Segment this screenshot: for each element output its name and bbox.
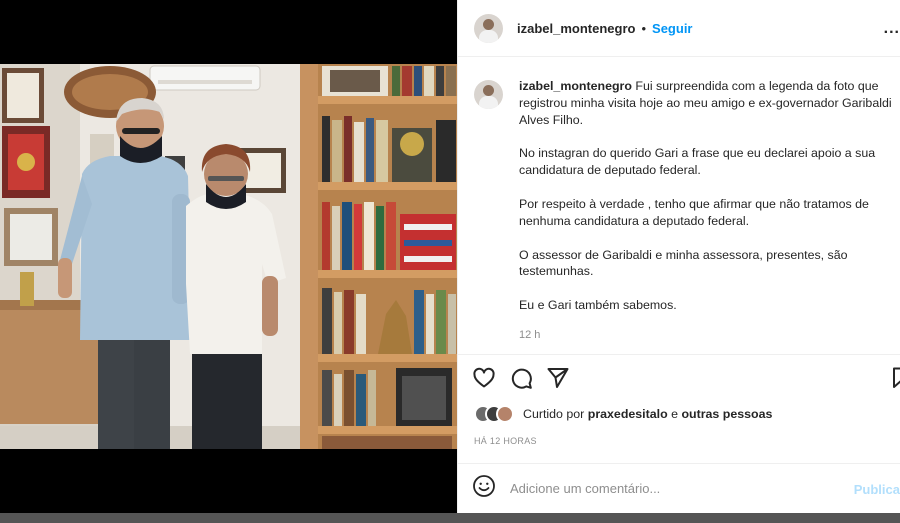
divider	[458, 354, 900, 355]
smile-icon[interactable]	[472, 474, 496, 503]
caption-text: izabel_montenegro Fui surpreendida com a…	[519, 78, 892, 354]
likes-summary: Curtido por praxedesitalo e outras pesso…	[474, 405, 772, 423]
post-photo-image	[0, 64, 457, 449]
caption-paragraph-5: Eu e Gari também sabemos.	[519, 298, 677, 313]
caption-paragraph-3: Por respeito à verdade , tenho que afirm…	[519, 196, 869, 228]
follow-button[interactable]: Seguir	[652, 21, 692, 36]
liker-username[interactable]: praxedesitalo	[588, 407, 668, 421]
send-icon[interactable]	[546, 366, 570, 395]
post-date[interactable]: HÁ 12 HORAS	[474, 436, 537, 446]
post-side-panel: izabel_montenegro • Seguir ... izabel_mo…	[457, 0, 900, 513]
caption-timestamp: 12 h	[519, 328, 541, 341]
caption-username[interactable]: izabel_montenegro	[519, 79, 632, 93]
more-icon[interactable]: ...	[884, 20, 900, 38]
other-likers-link[interactable]: outras pessoas	[681, 407, 772, 421]
avatar[interactable]	[474, 13, 503, 43]
action-bar	[472, 366, 900, 394]
avatar[interactable]	[496, 405, 514, 423]
bookmark-icon[interactable]	[890, 366, 900, 395]
likes-prefix: Curtido por	[523, 407, 585, 421]
liker-avatars	[474, 405, 514, 423]
comment-bar: Publica	[458, 464, 900, 513]
separator-dot: •	[641, 20, 647, 36]
caption-avatar[interactable]	[474, 80, 503, 109]
photo-panel	[0, 0, 457, 523]
comment-input[interactable]	[510, 481, 840, 496]
caption-paragraph-2: No instagran do querido Gari a frase que…	[519, 146, 876, 178]
author-username[interactable]: izabel_montenegro	[517, 21, 635, 36]
caption: izabel_montenegro Fui surpreendida com a…	[474, 78, 892, 354]
likes-connector: e	[671, 407, 678, 421]
post-header: izabel_montenegro • Seguir ...	[458, 0, 900, 57]
post-photo[interactable]	[0, 64, 457, 449]
photo-letterbox-bottom	[0, 449, 457, 513]
window-bottom-strip	[0, 513, 900, 523]
caption-paragraph-4: O assessor de Garibaldi e minha assessor…	[519, 247, 848, 279]
publish-button[interactable]: Publica	[854, 482, 900, 497]
caption-paragraph: izabel_montenegro Fui surpreendida com a…	[519, 78, 892, 128]
comment-icon[interactable]	[509, 366, 533, 395]
heart-icon[interactable]	[472, 366, 496, 395]
